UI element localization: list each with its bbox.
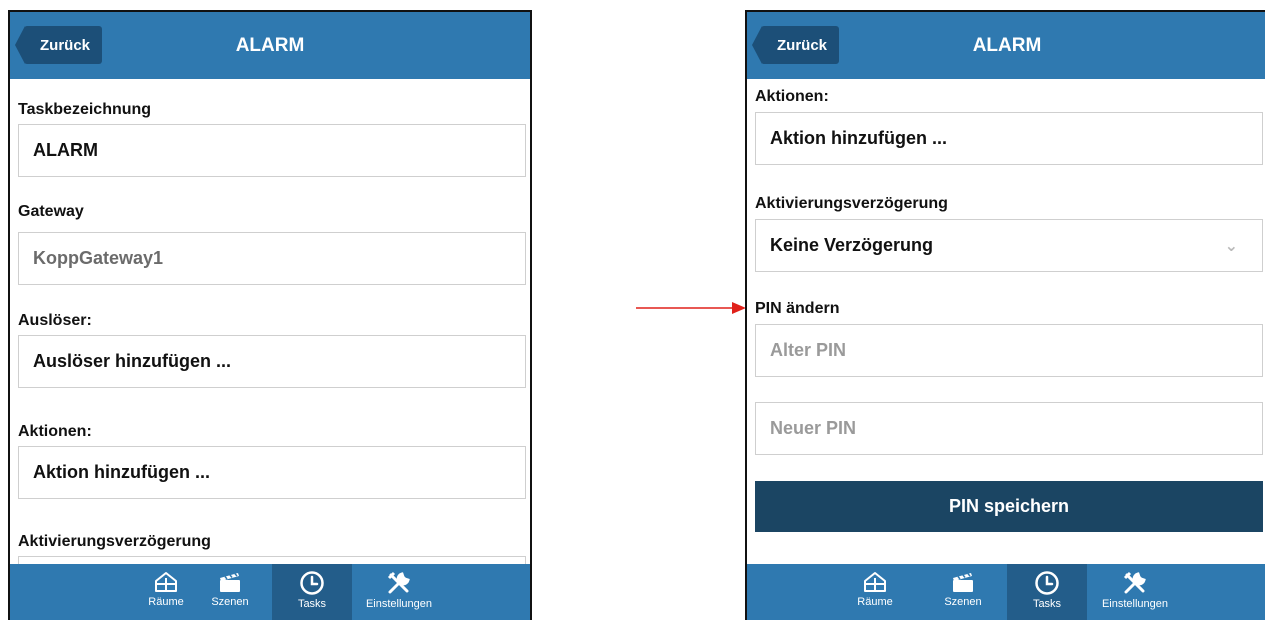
tab-label: Räume [857,596,893,608]
tab-label: Einstellungen [1101,598,1169,610]
tab-label: Szenen [944,596,982,608]
gateway-label: Gateway [18,203,84,220]
tab-rooms[interactable]: Räume [835,564,915,620]
add-action-button[interactable]: Aktion hinzufügen ... [755,112,1263,165]
actions-label: Aktionen: [755,88,829,105]
tab-scenes[interactable]: Szenen [190,564,270,620]
old-pin-input[interactable]: Alter PIN [755,324,1263,377]
clapperboard-icon [220,573,240,592]
new-pin-input[interactable]: Neuer PIN [755,402,1263,455]
back-button[interactable]: Zurück [751,26,840,64]
activation-delay-select[interactable]: Keine Verzögerung ⌄ [755,219,1263,272]
task-name-input[interactable]: ALARM [18,124,526,177]
activation-delay-label: Aktivierungsverzögerung [18,533,211,550]
left-screen: ALARM Zurück Taskbezeichnung ALARM Gatew… [8,10,532,620]
tab-settings[interactable]: Einstellungen [1089,564,1181,620]
header-bar: ALARM Zurück [747,12,1265,79]
tab-scenes[interactable]: Szenen [923,564,1003,620]
trigger-label: Auslöser: [18,312,92,329]
tab-settings[interactable]: Einstellungen [354,564,444,620]
tab-label: Szenen [211,596,249,608]
task-name-label: Taskbezeichnung [18,101,152,118]
tab-tasks[interactable]: Tasks [1007,564,1087,620]
activation-delay-value: Keine Verzögerung [770,235,934,255]
tab-label: Einstellungen [365,598,433,610]
clock-icon [300,571,324,595]
back-button[interactable]: Zurück [14,26,103,64]
add-trigger-button[interactable]: Auslöser hinzufügen ... [18,335,526,388]
add-action-button[interactable]: Aktion hinzufügen ... [18,446,526,499]
house-icon [155,572,177,592]
tools-icon [1123,571,1146,594]
tab-label: Tasks [297,598,327,610]
chevron-down-icon: ⌄ [1224,237,1238,255]
gateway-field: KoppGateway1 [18,232,526,285]
house-icon [864,572,886,592]
tab-tasks[interactable]: Tasks [272,564,352,620]
clapperboard-icon [953,573,973,592]
activation-delay-label: Aktivierungsverzögerung [755,195,948,212]
form-content: Taskbezeichnung ALARM Gateway KoppGatewa… [10,79,530,609]
form-content: Aktionen: Aktion hinzufügen ... Aktivier… [747,79,1265,564]
right-screen: ALARM Zurück Aktionen: Aktion hinzufügen… [745,10,1265,620]
tools-icon [387,571,410,594]
tab-bar: Räume Szenen Tasks Einstellungen [10,564,530,620]
clock-icon [1035,571,1059,595]
save-pin-button[interactable]: PIN speichern [755,481,1263,532]
tab-label: Räume [148,596,184,608]
pointer-arrow-icon [636,302,746,314]
actions-label: Aktionen: [18,423,92,440]
tab-label: Tasks [1032,598,1062,610]
header-bar: ALARM Zurück [10,12,530,79]
change-pin-label: PIN ändern [755,300,840,317]
tab-bar: Räume Szenen Tasks Einstellungen [747,564,1265,620]
